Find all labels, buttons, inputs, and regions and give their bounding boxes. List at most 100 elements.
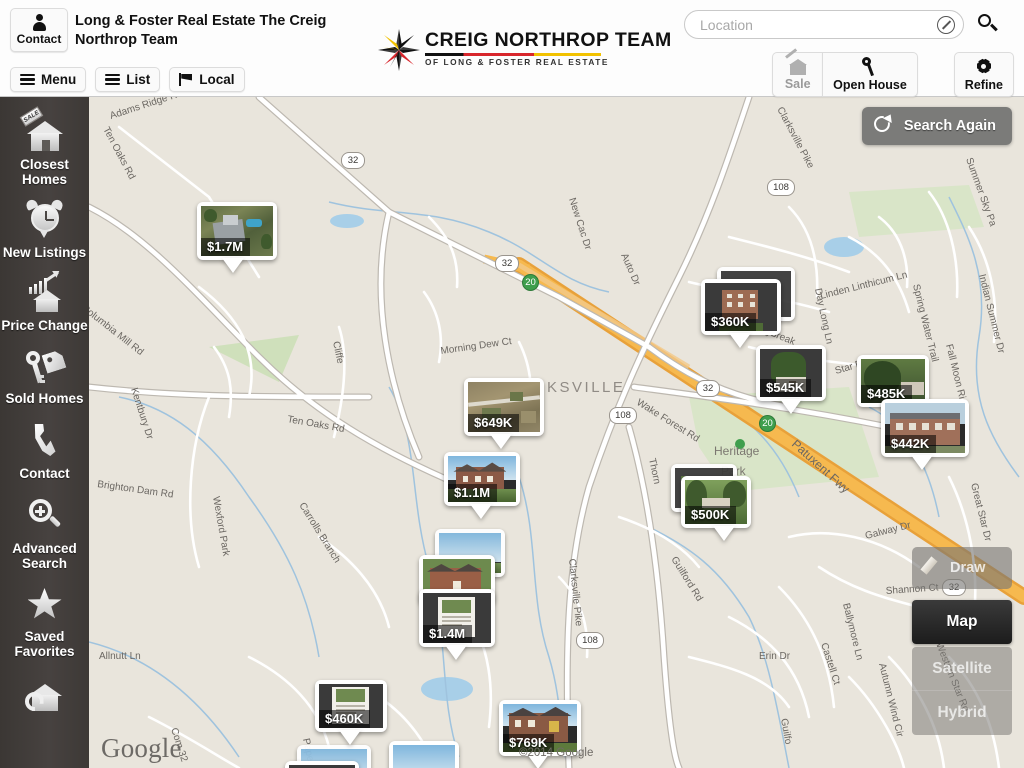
logo-text-block: CREIG NORTHROP TEAM OF LONG & FOSTER REA… (425, 29, 672, 67)
sidebar-item-advanced-search[interactable]: Advanced Search (0, 481, 89, 571)
logo-subtitle: OF LONG & FOSTER REAL ESTATE (425, 57, 609, 67)
route-shield: 108 (609, 407, 637, 424)
search-input[interactable] (700, 11, 935, 38)
exit-shield: 20 (759, 415, 776, 432)
property-card[interactable] (389, 741, 459, 768)
open-house-filter-button[interactable]: Open House (822, 52, 918, 97)
property-card[interactable]: $460K (315, 680, 387, 732)
map-type-satellite[interactable]: Satellite (912, 647, 1012, 691)
property-card[interactable]: $1.1M (444, 452, 520, 506)
location-search-bar[interactable] (684, 10, 964, 39)
app-header: Contact Long & Foster Real Estate The Cr… (0, 0, 1024, 97)
property-price: $442K (885, 435, 937, 453)
property-photo: $442K (885, 403, 965, 453)
property-card[interactable]: $1.7M (197, 202, 277, 260)
list-button-label: List (126, 72, 151, 87)
svg-text:Heritage: Heritage (714, 444, 760, 458)
property-card[interactable]: $545K (756, 345, 826, 401)
property-price: $1.1M (448, 484, 498, 502)
property-card[interactable]: $360K (701, 279, 781, 335)
logo-color-rule (425, 53, 601, 56)
route-shield: 32 (495, 255, 519, 272)
svg-text:Carrolls Branch: Carrolls Branch (296, 501, 342, 565)
property-photo: $360K (705, 283, 777, 331)
google-logo: Google (101, 733, 182, 763)
list-button[interactable]: List (95, 67, 161, 92)
svg-text:Autumn Wind Cir: Autumn Wind Cir (876, 662, 905, 739)
property-photo: $500K (685, 480, 747, 524)
route-shield: 32 (341, 152, 365, 169)
local-button[interactable]: Local (169, 67, 245, 92)
contact-button-label: Contact (16, 32, 62, 46)
property-photo: $485K (861, 359, 925, 403)
property-card[interactable]: $442K (881, 399, 969, 457)
property-card[interactable]: $649K (464, 378, 544, 436)
flag-icon (179, 73, 193, 86)
key-tag-icon (23, 345, 67, 387)
svg-text:Brighton Dam Rd: Brighton Dam Rd (97, 479, 174, 501)
svg-text:Morning Dew Ct: Morning Dew Ct (440, 336, 513, 357)
property-price: $649K (468, 414, 520, 432)
nav-button-row: Menu List Local (10, 67, 245, 92)
gear-icon (974, 56, 994, 76)
svg-text:Clarksville Pike: Clarksville Pike (774, 105, 816, 170)
svg-text:Columbia Mill Rd: Columbia Mill Rd (89, 303, 145, 358)
sidebar-label-contact: Contact (19, 466, 70, 481)
sidebar-label-closest-homes: Closest Homes (20, 157, 69, 187)
logo-title: CREIG NORTHROP TEAM (425, 29, 672, 51)
route-shield: 32 (696, 380, 720, 397)
refine-button-label: Refine (964, 78, 1003, 92)
route-shield: 108 (576, 632, 604, 649)
svg-text:Allnutt Ln: Allnutt Ln (99, 651, 141, 662)
alarm-clock-icon (23, 198, 67, 241)
search-icon (978, 14, 991, 27)
sidebar-item-new-listings[interactable]: New Listings (0, 187, 89, 260)
svg-text:Guilford Rd: Guilford Rd (668, 555, 704, 604)
property-photo: $545K (760, 349, 822, 397)
property-price: $500K (685, 506, 737, 524)
sidebar-item-price-change[interactable]: Price Change (0, 260, 89, 333)
property-price: $360K (705, 313, 757, 331)
search-again-button[interactable]: Search Again (861, 107, 1012, 145)
menu-button-label: Menu (41, 72, 77, 87)
svg-text:Ballymore Ln: Ballymore Ln (840, 602, 865, 661)
svg-text:Galway Dr: Galway Dr (864, 520, 913, 542)
compass-icon[interactable] (937, 16, 955, 34)
compass-star-icon (378, 29, 420, 71)
sidebar-item-contact[interactable]: Contact (0, 406, 89, 481)
property-card[interactable]: $1.4M (419, 589, 495, 647)
sidebar-item-saved-favorites[interactable]: Saved Favorites (0, 571, 89, 659)
sidebar-item-sold-homes[interactable]: Sold Homes (0, 333, 89, 406)
list-icon (105, 74, 121, 85)
refresh-icon (873, 112, 895, 137)
svg-text:Wexford Park: Wexford Park (210, 496, 231, 558)
property-photo: $1.4M (423, 593, 491, 643)
local-button-label: Local (199, 72, 235, 87)
sidebar-label-saved-favorites: Saved Favorites (14, 629, 75, 659)
brand-logo[interactable]: CREIG NORTHROP TEAM OF LONG & FOSTER REA… (377, 26, 671, 74)
svg-text:Auto Dr: Auto Dr (618, 252, 642, 288)
refine-button[interactable]: Refine (953, 52, 1014, 97)
sidebar-label-advanced-search: Advanced Search (12, 541, 77, 571)
map-type-hybrid[interactable]: Hybrid (912, 691, 1012, 735)
search-submit-button[interactable] (972, 10, 1004, 40)
sidebar-item-closest-homes[interactable]: SALE Closest Homes (0, 97, 89, 187)
property-photo: $460K (319, 684, 383, 728)
phone-icon (23, 420, 67, 462)
sidebar-item-house-refresh[interactable] (0, 659, 89, 711)
property-photo (393, 745, 455, 768)
hamburger-icon (20, 74, 35, 85)
menu-button[interactable]: Menu (10, 67, 87, 92)
sale-filter-button[interactable]: Sale (772, 48, 823, 97)
map-type-map[interactable]: Map (912, 600, 1012, 644)
property-photo: $1.1M (448, 456, 516, 502)
draw-button[interactable]: Draw (912, 547, 1012, 589)
contact-button[interactable]: Contact (10, 8, 68, 52)
map-canvas[interactable]: Adams Ridge Rd Ten Oaks Rd Columbia Mill… (89, 97, 1024, 768)
property-card[interactable]: $500K (681, 476, 751, 528)
property-card[interactable] (285, 761, 359, 768)
star-icon (23, 583, 67, 625)
svg-text:Ten Oaks Rd: Ten Oaks Rd (100, 125, 137, 181)
magnifier-plus-icon (23, 495, 67, 537)
sidebar-label-price-change: Price Change (1, 318, 88, 333)
